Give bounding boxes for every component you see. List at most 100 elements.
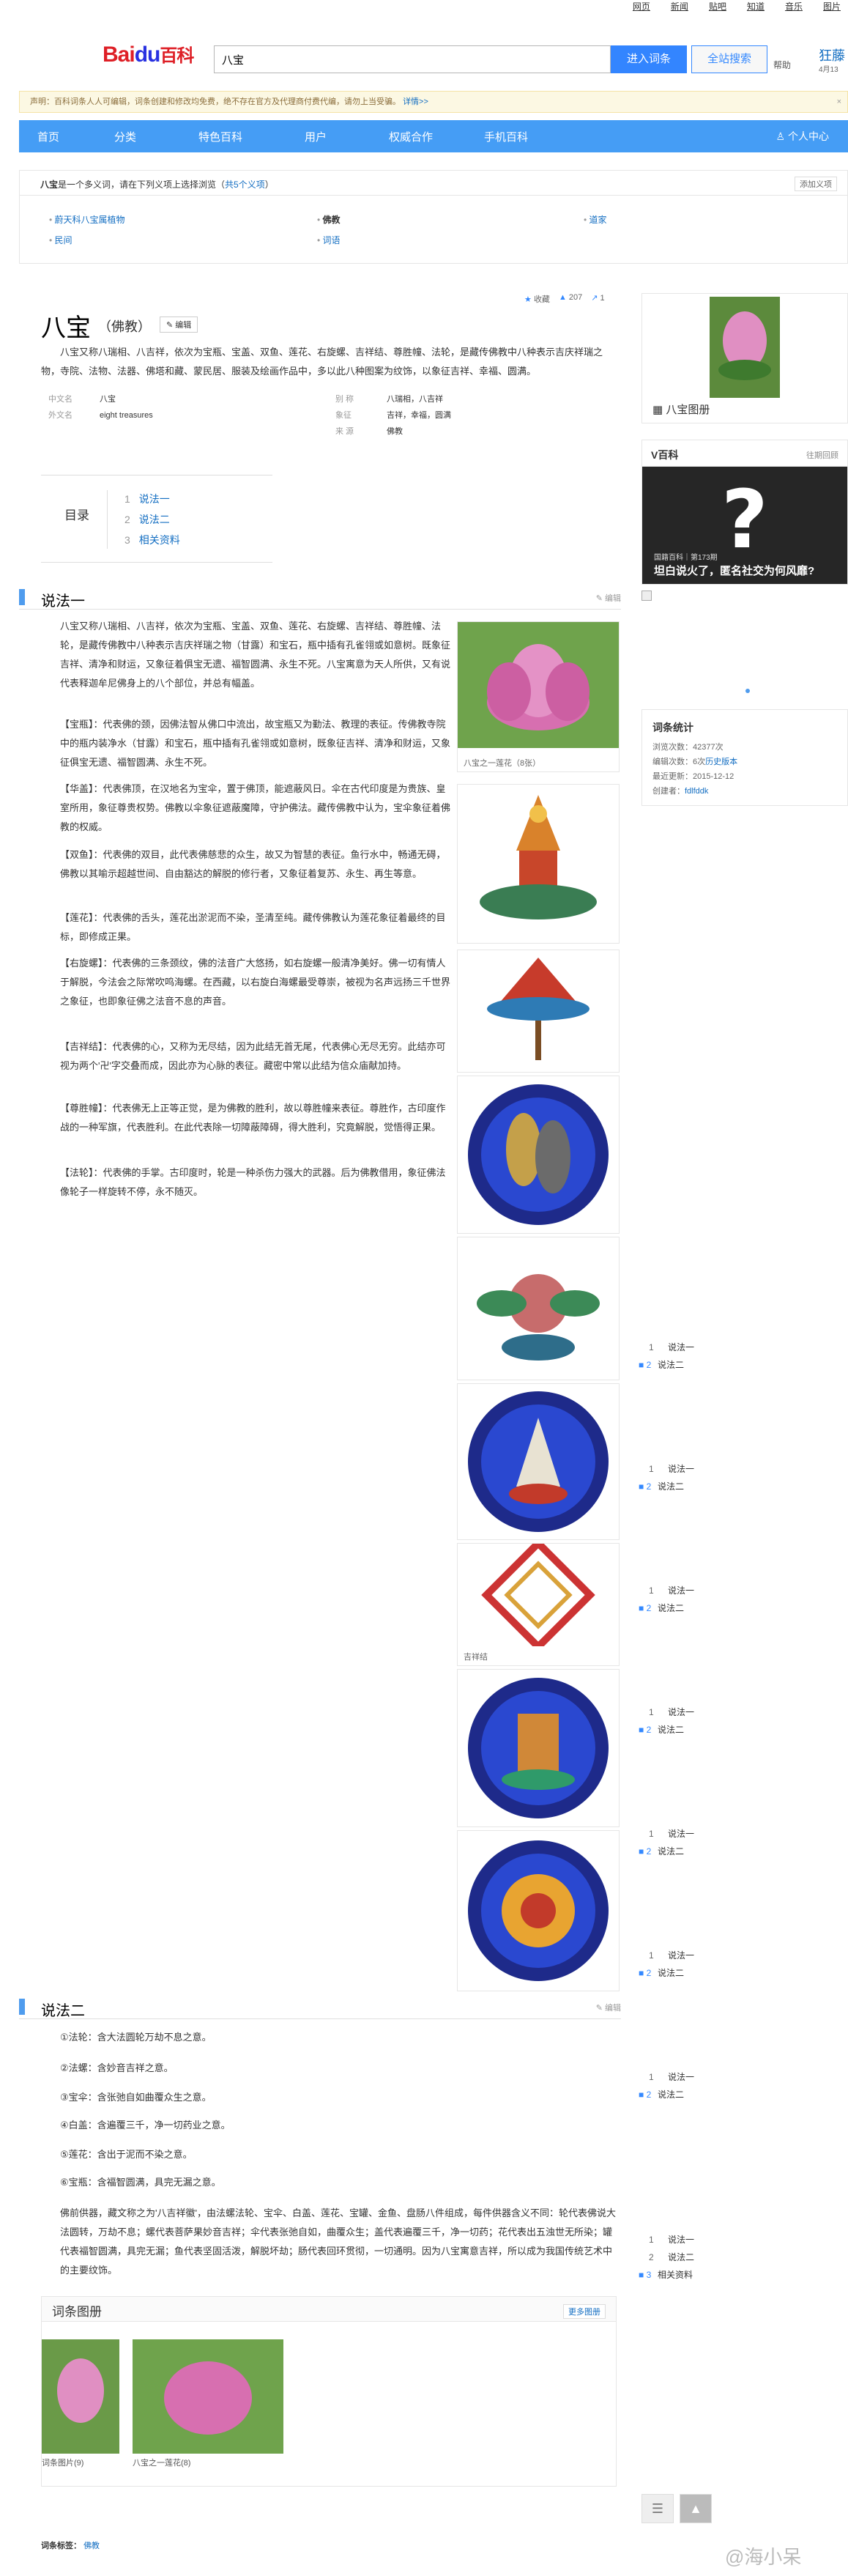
personal-center-link[interactable]: ♙ 个人中心 <box>776 129 829 144</box>
top-nav: 网页 新闻 贴吧 知道 音乐 图片 <box>633 0 841 15</box>
victory-banner-image[interactable] <box>457 1669 620 1827</box>
search-input[interactable]: 八宝 <box>214 45 611 73</box>
polysemy-item[interactable]: 民间 <box>49 234 72 246</box>
edit-entry-button[interactable]: ✎ 编辑 <box>160 317 198 333</box>
album-title: ▦ 八宝图册 <box>652 404 710 416</box>
polysemy-item[interactable]: 道家 <box>584 213 607 226</box>
toc-float-item[interactable]: 1 说法一 <box>649 1949 694 1961</box>
user-name[interactable]: 狂藤 <box>819 45 845 64</box>
sidebar-album[interactable]: ▦ 八宝图册 <box>641 293 848 423</box>
toc-float-item[interactable]: 1 说法一 <box>649 1341 694 1353</box>
edit-section-button[interactable]: ✎ 编辑 <box>596 592 621 604</box>
enter-entry-button[interactable]: 进入词条 <box>611 45 687 73</box>
more-albums-button[interactable]: 更多图册 <box>563 2304 606 2319</box>
edit-section-button[interactable]: ✎ 编辑 <box>596 2002 621 2013</box>
toc-float-item-active[interactable]: ■ 2 说法二 <box>639 2088 684 2101</box>
lotus-ornament-image[interactable] <box>457 1237 620 1380</box>
v-baike-card[interactable]: V百科 往期回顾 ? 国籍百科｜第173期 坦白说火了，匿名社交为何风靡? <box>641 440 848 585</box>
polysemy-item[interactable]: 蔚天科八宝属植物 <box>49 213 125 226</box>
history-link[interactable]: 历史版本 <box>705 758 737 766</box>
toc-float-item[interactable]: 1 说法一 <box>649 1827 694 1840</box>
like-button[interactable]: ▲ 207 <box>559 293 582 305</box>
past-issues-link[interactable]: 往期回顾 <box>806 449 838 461</box>
list-item: ③宝伞：含张弛自如曲覆众生之意。 <box>60 2092 212 2103</box>
baidu-baike-logo[interactable]: Baidu百科 <box>103 41 194 67</box>
topnav-zhidao[interactable]: 知道 <box>747 0 765 15</box>
topnav-image[interactable]: 图片 <box>823 0 841 15</box>
toc-float-item-active[interactable]: ■ 2 说法二 <box>639 1480 684 1492</box>
section-paragraph: 【莲花】：代表佛的舌头，莲花出淤泥而不染，圣清至纯。藏传佛教认为莲花象征着最终的… <box>60 912 446 942</box>
polysemy-box: 八宝是一个多义词，请在下列义项上选择浏览（共5个义项） 添加义项 蔚天科八宝属植… <box>19 170 848 264</box>
carousel-dot[interactable] <box>745 689 750 693</box>
toc-float-item-active[interactable]: ■ 2 说法二 <box>639 1966 684 1979</box>
nav-featured[interactable]: 特色百科 <box>173 129 268 144</box>
endless-knot-image[interactable]: 吉祥结 <box>457 1538 620 1666</box>
dharma-wheel-image[interactable] <box>457 1830 620 1991</box>
notice-details-link[interactable]: 详情>> <box>403 97 428 106</box>
section-paragraph: 佛前供器，藏文称之为'八吉祥徽'，由法螺法轮、宝伞、白盖、莲花、宝罐、金鱼、盘肠… <box>60 2207 616 2276</box>
toc-float-item[interactable]: 1 说法一 <box>649 1462 694 1475</box>
catalog-divider <box>107 490 108 549</box>
parasol-image[interactable] <box>457 950 620 1073</box>
toc-float-item[interactable]: 1 说法一 <box>649 2070 694 2083</box>
back-to-top-icon[interactable]: ▲ <box>680 2494 712 2523</box>
info-row: 象征 吉祥，幸福，圆满 <box>335 411 451 420</box>
topnav-news[interactable]: 新闻 <box>671 0 688 15</box>
nav-mobile[interactable]: 手机百科 <box>458 129 554 144</box>
creator-link[interactable]: fdlfddk <box>685 787 708 796</box>
topnav-web[interactable]: 网页 <box>633 0 650 15</box>
toc-float-item-active[interactable]: ■ 2 说法二 <box>639 1723 684 1736</box>
catalog-item[interactable]: 3 相关资料 <box>124 533 180 547</box>
user-icon: ♙ <box>776 130 786 142</box>
catalog-label: 目录 <box>64 508 89 522</box>
catalog-item[interactable]: 1 说法一 <box>124 492 170 506</box>
conch-image[interactable] <box>457 1383 620 1540</box>
share-icon: ↗ <box>591 294 598 303</box>
topnav-tieba[interactable]: 贴吧 <box>709 0 726 15</box>
toc-float-item[interactable]: 1 说法一 <box>649 2233 694 2246</box>
treasure-vase-image[interactable] <box>457 784 620 944</box>
section-paragraph: 【右旋螺】：代表佛的三条颈纹，佛的法音广大悠扬，如右旋螺一般清净美好。佛一切有情… <box>60 958 451 1007</box>
list-item: ①法轮：含大法圆轮万劫不息之意。 <box>60 2032 212 2043</box>
help-link[interactable]: 帮助 <box>773 59 791 71</box>
list-icon[interactable]: ☰ <box>641 2494 674 2523</box>
nav-cooperation[interactable]: 权威合作 <box>363 129 458 144</box>
section-bar <box>19 589 25 605</box>
broken-image-icon <box>641 591 652 601</box>
toc-float-item[interactable]: 1 说法一 <box>649 1706 694 1718</box>
tag-link[interactable]: 佛教 <box>83 2542 100 2550</box>
toc-float-item[interactable]: 1 说法一 <box>649 1584 694 1596</box>
album-cover-image <box>710 297 780 398</box>
toc-float-item-active[interactable]: ■ 2 说法二 <box>639 1845 684 1857</box>
section-header: 说法一 ✎ 编辑 <box>19 588 621 610</box>
nav-users[interactable]: 用户 <box>268 129 363 144</box>
entry-actions: ★ 收藏 ▲ 207 ↗ 1 <box>524 293 605 305</box>
polysemy-item[interactable]: 词语 <box>317 234 341 246</box>
toc-float-item-active[interactable]: ■ 3 相关资料 <box>639 2268 693 2281</box>
topnav-music[interactable]: 音乐 <box>785 0 803 15</box>
add-sense-button[interactable]: 添加义项 <box>795 177 837 191</box>
header: Baidu百科 八宝 进入词条 全站搜索 帮助 狂藤 4月13 <box>0 34 848 78</box>
toc-float-item-active[interactable]: ■ 2 说法二 <box>639 1358 684 1371</box>
close-icon[interactable]: × <box>837 92 841 112</box>
nav-home[interactable]: 首页 <box>19 129 78 144</box>
image-caption: 八宝之一莲花（8张） <box>464 759 541 768</box>
toc-float-item-active[interactable]: ■ 2 说法二 <box>639 1602 684 1614</box>
page-subtitle: （佛教） <box>98 319 151 334</box>
collect-button[interactable]: ★ 收藏 <box>524 293 550 305</box>
lotus-image-card[interactable]: 八宝之一莲花（8张） <box>457 621 620 772</box>
star-icon: ★ <box>524 295 532 304</box>
page-title: 八宝 <box>41 314 91 342</box>
stat-row: 编辑次数：6次历史版本 <box>652 758 738 766</box>
golden-fish-image[interactable] <box>457 1076 620 1234</box>
nav-category[interactable]: 分类 <box>78 129 173 144</box>
polysemy-header: 八宝是一个多义词，请在下列义项上选择浏览（共5个义项） 添加义项 <box>20 171 847 196</box>
share-button[interactable]: ↗ 1 <box>591 293 604 305</box>
entry-album: 词条图册 更多图册 词条图片(9) 八宝之一莲花(8) <box>41 2296 617 2487</box>
toc-float-item[interactable]: 2 说法二 <box>649 2251 694 2263</box>
catalog-item[interactable]: 2 说法二 <box>124 512 170 527</box>
polysemy-list: 蔚天科八宝属植物 佛教 道家 民间 词语 <box>20 196 847 263</box>
site-search-button[interactable]: 全站搜索 <box>691 45 767 73</box>
v-baike-banner[interactable]: ? 国籍百科｜第173期 坦白说火了，匿名社交为何风靡? <box>642 467 847 584</box>
list-item: ⑤莲花：含出于泥而不染之意。 <box>60 2149 193 2160</box>
